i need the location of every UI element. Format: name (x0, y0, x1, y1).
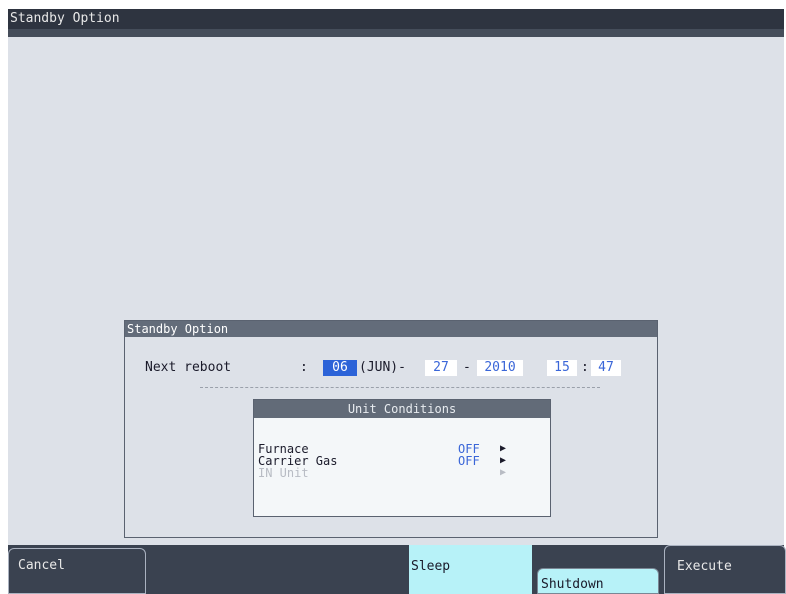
colon-label: : (300, 360, 308, 375)
play-icon[interactable]: ▶ (500, 455, 506, 467)
dialog-title: Standby Option (125, 321, 657, 337)
execute-button[interactable]: Execute (664, 545, 786, 594)
window-title: Standby Option (10, 11, 120, 26)
year-field[interactable]: 2010 (477, 360, 523, 376)
unit-conditions-panel: Unit Conditions Furnace OFF ▶ Carrier Ga… (253, 399, 551, 517)
time-separator: : (581, 360, 589, 375)
month-name-label: (JUN)- (359, 360, 406, 375)
unit-row-in-unit: IN Unit ▶ (254, 467, 550, 479)
unit-conditions-title: Unit Conditions (254, 400, 550, 418)
cancel-button[interactable]: Cancel (8, 548, 146, 594)
next-reboot-label: Next reboot (145, 360, 232, 375)
standby-dialog: Standby Option Next reboot : 06 (JUN)- 2… (124, 320, 658, 538)
month-field[interactable]: 06 (323, 360, 357, 376)
minute-field[interactable]: 47 (591, 360, 621, 376)
shutdown-button[interactable]: Shutdown (537, 568, 659, 594)
title-bar-shadow (8, 29, 784, 37)
play-icon: ▶ (500, 467, 507, 478)
hour-field[interactable]: 15 (547, 360, 577, 376)
sleep-button[interactable]: Sleep (409, 545, 532, 594)
window-title-bar: Standby Option (8, 9, 784, 29)
day-field[interactable]: 27 (425, 360, 457, 376)
separator-line (200, 387, 600, 388)
unit-name: IN Unit (258, 466, 309, 480)
unit-state: OFF (458, 454, 480, 468)
play-icon[interactable]: ▶ (500, 443, 506, 455)
date-separator: - (463, 360, 471, 375)
